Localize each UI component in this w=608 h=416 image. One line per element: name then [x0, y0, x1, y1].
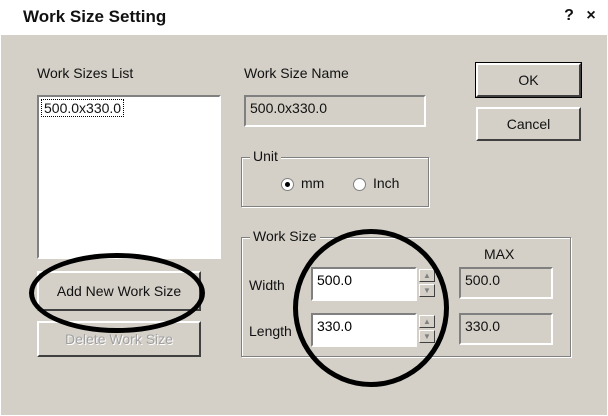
work-size-name-label: Work Size Name [244, 65, 349, 81]
width-label: Width [249, 277, 285, 293]
unit-group-title: Unit [250, 148, 281, 164]
add-new-work-size-button[interactable]: Add New Work Size [37, 271, 201, 311]
dialog-title: Work Size Setting [23, 7, 167, 26]
width-input[interactable]: 500.0 [311, 267, 417, 301]
max-label: MAX [484, 246, 515, 262]
unit-inch-radio[interactable] [353, 178, 366, 191]
cancel-button[interactable]: Cancel [476, 107, 581, 141]
length-label: Length [249, 323, 292, 339]
width-max-field: 500.0 [459, 267, 553, 299]
length-max-field: 330.0 [459, 313, 553, 345]
delete-work-size-button[interactable]: Delete Work Size [37, 321, 201, 357]
length-input[interactable]: 330.0 [311, 313, 417, 347]
width-up-arrow-icon[interactable]: ▲ [419, 269, 435, 282]
unit-group: Unit [241, 148, 429, 207]
work-sizes-listbox[interactable]: 500.0x330.0 [37, 95, 221, 259]
ok-button[interactable]: OK [475, 62, 582, 98]
title-bar: Work Size Setting ? × [1, 1, 607, 35]
work-size-setting-dialog: Work Size Setting ? × Work Sizes List 50… [0, 0, 608, 416]
width-stepper[interactable]: ▲ ▼ [419, 269, 435, 299]
unit-mm-radio[interactable] [281, 178, 294, 191]
length-stepper[interactable]: ▲ ▼ [419, 315, 435, 345]
work-size-name-field[interactable]: 500.0x330.0 [244, 95, 426, 127]
unit-mm-label[interactable]: mm [301, 175, 324, 191]
list-item[interactable]: 500.0x330.0 [41, 99, 125, 117]
length-up-arrow-icon[interactable]: ▲ [419, 315, 435, 328]
unit-inch-label[interactable]: Inch [373, 175, 399, 191]
work-size-group-title: Work Size [250, 228, 320, 244]
length-down-arrow-icon[interactable]: ▼ [419, 330, 435, 343]
help-button[interactable]: ? [561, 7, 577, 25]
work-sizes-list-label: Work Sizes List [37, 65, 134, 81]
close-button[interactable]: × [583, 7, 599, 25]
width-down-arrow-icon[interactable]: ▼ [419, 284, 435, 297]
